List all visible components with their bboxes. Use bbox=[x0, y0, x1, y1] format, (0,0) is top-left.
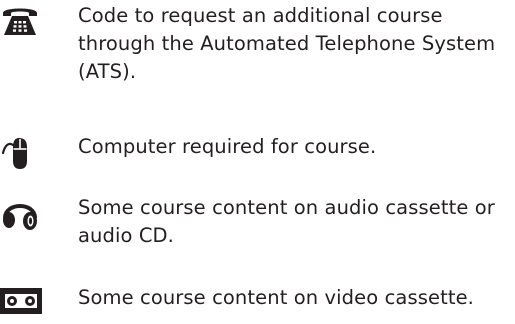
legend-item-label: Some course content on video cassette. bbox=[78, 286, 474, 309]
telephone-icon bbox=[0, 4, 40, 40]
legend-item-label: Code to request an additional course thr… bbox=[78, 4, 496, 83]
icon-legend: Code to request an additional course thr… bbox=[0, 0, 515, 314]
legend-item-label: Computer required for course. bbox=[78, 135, 377, 158]
computer-mouse-icon bbox=[0, 133, 40, 169]
legend-item-label: Some course content on audio cassette or… bbox=[78, 196, 495, 247]
video-cassette-icon bbox=[0, 288, 42, 324]
headphones-icon bbox=[0, 194, 40, 230]
